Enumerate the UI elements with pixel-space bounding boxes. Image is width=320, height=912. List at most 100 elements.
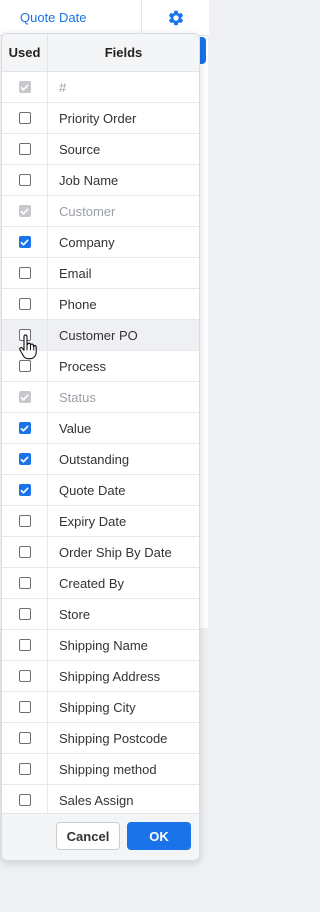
used-cell xyxy=(2,661,48,691)
field-label: Outstanding xyxy=(59,451,130,467)
column-chooser-header: Used Fields xyxy=(2,34,199,72)
field-label: Quote Date xyxy=(59,482,126,498)
field-row-created-by: Created By xyxy=(2,568,199,599)
field-label: Priority Order xyxy=(59,110,137,126)
used-checkbox[interactable] xyxy=(18,670,31,682)
used-checkbox xyxy=(18,391,31,403)
used-checkbox[interactable] xyxy=(18,360,31,372)
used-checkbox[interactable] xyxy=(18,546,31,558)
used-cell xyxy=(2,165,48,195)
field-row-shipping-city: Shipping City xyxy=(2,692,199,723)
used-cell xyxy=(2,630,48,660)
used-cell xyxy=(2,537,48,567)
used-checkbox[interactable] xyxy=(18,453,31,465)
field-row-company: Company xyxy=(2,227,199,258)
field-label: Value xyxy=(59,420,92,436)
used-cell xyxy=(2,692,48,722)
field-label: Job Name xyxy=(59,172,119,188)
field-label: Customer PO xyxy=(59,327,138,343)
used-checkbox[interactable] xyxy=(18,174,31,186)
field-label: Shipping method xyxy=(59,761,157,777)
used-checkbox[interactable] xyxy=(18,236,31,248)
field-label: Company xyxy=(59,234,115,250)
field-row-shipping-method: Shipping method xyxy=(2,754,199,785)
used-cell xyxy=(2,289,48,319)
field-row-phone: Phone xyxy=(2,289,199,320)
field-row-value: Value xyxy=(2,413,199,444)
field-label: Shipping Name xyxy=(59,637,148,653)
field-row-shipping-name: Shipping Name xyxy=(2,630,199,661)
used-cell xyxy=(2,227,48,257)
panel-footer: Cancel OK xyxy=(2,813,199,860)
fields-column-header: Fields xyxy=(104,45,143,60)
field-row-source: Source xyxy=(2,134,199,165)
field-label: Phone xyxy=(59,296,97,312)
cancel-button[interactable]: Cancel xyxy=(56,822,120,850)
field-row-sales-assign: Sales Assign xyxy=(2,785,199,816)
used-checkbox[interactable] xyxy=(18,763,31,775)
field-label: Shipping City xyxy=(59,699,136,715)
field-label: Store xyxy=(59,606,91,622)
used-cell xyxy=(2,444,48,474)
field-label: Status xyxy=(59,389,96,405)
field-label: Order Ship By Date xyxy=(59,544,172,560)
used-cell xyxy=(2,475,48,505)
field-row-job-name: Job Name xyxy=(2,165,199,196)
field-row-shipping-address: Shipping Address xyxy=(2,661,199,692)
used-cell xyxy=(2,785,48,815)
used-cell xyxy=(2,134,48,164)
used-checkbox[interactable] xyxy=(18,143,31,155)
used-checkbox[interactable] xyxy=(18,515,31,527)
column-chooser-panel: Used Fields # Priority Order Source Job Nam… xyxy=(1,33,200,861)
field-label: # xyxy=(59,79,67,95)
field-label: Created By xyxy=(59,575,125,591)
used-cell xyxy=(2,103,48,133)
field-row-quote-date: Quote Date xyxy=(2,475,199,506)
hand-cursor-icon xyxy=(19,334,37,360)
ok-button[interactable]: OK xyxy=(127,822,191,850)
field-row-status: Status xyxy=(2,382,199,413)
used-cell xyxy=(2,506,48,536)
used-checkbox[interactable] xyxy=(18,484,31,496)
used-cell xyxy=(2,196,48,226)
used-checkbox xyxy=(18,205,31,217)
used-checkbox[interactable] xyxy=(18,608,31,620)
column-header-bar: Quote Date xyxy=(0,0,209,36)
field-label: Customer xyxy=(59,203,116,219)
used-checkbox[interactable] xyxy=(18,422,31,434)
field-label: Shipping Postcode xyxy=(59,730,168,746)
field-row-store: Store xyxy=(2,599,199,630)
field-row-outstanding: Outstanding xyxy=(2,444,199,475)
used-cell xyxy=(2,382,48,412)
quote-date-column-header[interactable]: Quote Date xyxy=(0,0,140,35)
used-checkbox[interactable] xyxy=(18,112,31,124)
used-checkbox[interactable] xyxy=(18,701,31,713)
field-list: # Priority Order Source Job Name Customer Com… xyxy=(2,72,199,816)
used-checkbox[interactable] xyxy=(18,298,31,310)
column-settings-button[interactable] xyxy=(141,0,209,35)
field-label: Source xyxy=(59,141,101,157)
used-checkbox xyxy=(18,81,31,93)
field-label: Sales Assign xyxy=(59,792,134,808)
field-label: Process xyxy=(59,358,106,374)
field-row-hash: # xyxy=(2,72,199,103)
used-checkbox[interactable] xyxy=(18,794,31,806)
gear-icon xyxy=(168,10,183,25)
used-cell xyxy=(2,723,48,753)
used-checkbox[interactable] xyxy=(18,732,31,744)
used-cell xyxy=(2,72,48,102)
used-cell xyxy=(2,754,48,784)
used-cell xyxy=(2,413,48,443)
used-cell xyxy=(2,568,48,598)
field-row-customer: Customer xyxy=(2,196,199,227)
field-row-expiry-date: Expiry Date xyxy=(2,506,199,537)
field-row-order-ship-by-date: Order Ship By Date xyxy=(2,537,199,568)
field-row-email: Email xyxy=(2,258,199,289)
background-selection-edge xyxy=(200,37,206,64)
used-checkbox[interactable] xyxy=(18,639,31,651)
field-row-shipping-postcode: Shipping Postcode xyxy=(2,723,199,754)
field-label: Expiry Date xyxy=(59,513,127,529)
used-checkbox[interactable] xyxy=(18,267,31,279)
field-label: Email xyxy=(59,265,92,281)
used-checkbox[interactable] xyxy=(18,577,31,589)
